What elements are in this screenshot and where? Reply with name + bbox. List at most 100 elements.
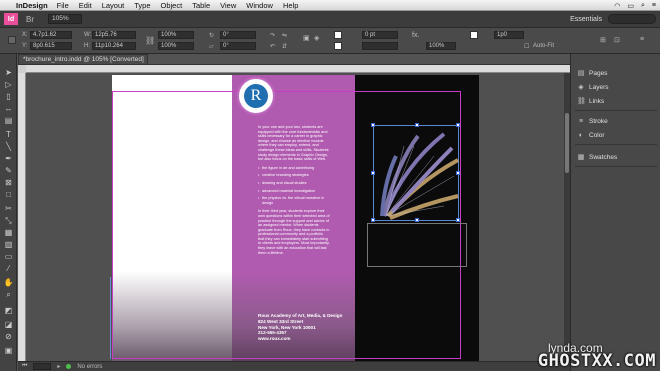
apply-none-icon[interactable]: ⊘ bbox=[3, 332, 14, 342]
auto-fit-checkbox[interactable]: ☐ bbox=[524, 43, 529, 50]
panel-menu-icon[interactable]: ≡ bbox=[640, 36, 644, 43]
scissors-tool-icon[interactable]: ✂ bbox=[3, 204, 14, 214]
resize-handle[interactable] bbox=[415, 218, 419, 222]
address-text-frame[interactable]: Roux Academy of Art, Media, & Design 824… bbox=[258, 313, 358, 342]
line-tool-icon[interactable]: ╲ bbox=[3, 142, 14, 152]
opacity-field[interactable]: 100% bbox=[426, 42, 456, 50]
zoom-tool-icon[interactable]: ⌕ bbox=[3, 290, 14, 300]
rectangle-tool-icon[interactable]: □ bbox=[3, 190, 14, 200]
preflight-status-text[interactable]: No errors bbox=[77, 364, 102, 370]
horizontal-ruler[interactable] bbox=[26, 65, 570, 73]
screen-mode-icon[interactable]: ▣ bbox=[3, 346, 14, 356]
body-text-frame[interactable]: In your one and your two, students are e… bbox=[258, 125, 330, 258]
help-search-input[interactable] bbox=[608, 14, 656, 24]
fitting-icon[interactable]: ⊞ bbox=[600, 36, 606, 44]
menu-view[interactable]: View bbox=[220, 1, 236, 10]
rotate-field[interactable]: 0° bbox=[220, 31, 256, 39]
panel-pages[interactable]: ▤ Pages bbox=[575, 66, 657, 80]
menu-app-name[interactable]: InDesign bbox=[16, 1, 48, 10]
x-field[interactable]: 4.7p1.62 bbox=[30, 31, 72, 39]
stroke-weight-field[interactable]: 0 pt bbox=[362, 31, 398, 39]
pencil-tool-icon[interactable]: ✎ bbox=[3, 166, 14, 176]
menu-edit[interactable]: Edit bbox=[79, 1, 92, 10]
pen-tool-icon[interactable]: ✒ bbox=[3, 154, 14, 164]
panel-color[interactable]: ◐ Color bbox=[575, 128, 657, 142]
workspace-switcher[interactable]: Essentials bbox=[570, 16, 602, 23]
battery-icon[interactable]: ▭ bbox=[627, 2, 634, 10]
document-tab[interactable]: *brochure_intro.indd @ 105% [Converted] bbox=[18, 54, 148, 64]
gradient-feather-tool-icon[interactable]: ▧ bbox=[3, 240, 14, 250]
scrollbar-thumb[interactable] bbox=[565, 113, 569, 173]
panel-stroke[interactable]: ≡ Stroke bbox=[575, 114, 657, 128]
resize-handle[interactable] bbox=[371, 123, 375, 127]
ruler-origin[interactable] bbox=[18, 65, 26, 73]
fitting-icon-2[interactable]: ⊡ bbox=[614, 36, 620, 44]
direct-selection-tool-icon[interactable]: ▷ bbox=[3, 80, 14, 90]
shear-field[interactable]: 0° bbox=[220, 42, 256, 50]
zoom-level-field[interactable]: 105% bbox=[48, 14, 82, 24]
resize-handle[interactable] bbox=[456, 171, 460, 175]
scale-y-field[interactable]: 100% bbox=[158, 42, 194, 50]
fill-stroke-icon[interactable]: ◩ bbox=[3, 306, 14, 316]
empty-text-frame[interactable] bbox=[367, 223, 467, 267]
menu-table[interactable]: Table bbox=[192, 1, 210, 10]
bridge-button[interactable]: Br bbox=[26, 15, 34, 24]
resize-handle[interactable] bbox=[456, 218, 460, 222]
rotate-90-ccw-icon[interactable]: ↶ bbox=[270, 43, 275, 50]
width-field[interactable]: 12p5.76 bbox=[92, 31, 136, 39]
reference-point-icon[interactable] bbox=[8, 36, 16, 44]
menu-layout[interactable]: Layout bbox=[102, 1, 125, 10]
scale-x-field[interactable]: 100% bbox=[158, 31, 194, 39]
y-field[interactable]: 8p0.615 bbox=[30, 42, 72, 50]
wifi-icon[interactable]: ◠ bbox=[614, 2, 620, 10]
resize-handle[interactable] bbox=[415, 123, 419, 127]
panel-layers[interactable]: ◈ Layers bbox=[575, 80, 657, 94]
menu-file[interactable]: File bbox=[57, 1, 69, 10]
type-tool-icon[interactable]: T bbox=[3, 130, 14, 140]
page-tool-icon[interactable]: ▯ bbox=[3, 92, 14, 102]
rectangle-frame-tool-icon[interactable]: ⊠ bbox=[3, 178, 14, 188]
page-nav-first-icon[interactable]: ⏮ bbox=[22, 363, 27, 370]
resize-handle[interactable] bbox=[371, 218, 375, 222]
gradient-swatch-tool-icon[interactable]: ▦ bbox=[3, 228, 14, 238]
flip-vertical-icon[interactable]: ⇵ bbox=[282, 43, 287, 50]
content-collector-icon[interactable]: ▤ bbox=[3, 116, 14, 126]
resize-handle[interactable] bbox=[456, 123, 460, 127]
selected-graphic-frame[interactable] bbox=[371, 123, 460, 222]
menu-help[interactable]: Help bbox=[283, 1, 298, 10]
list-icon[interactable]: ≡ bbox=[652, 2, 656, 9]
menu-window[interactable]: Window bbox=[246, 1, 273, 10]
note-tool-icon[interactable]: ▭ bbox=[3, 252, 14, 262]
page-number-field[interactable] bbox=[33, 363, 52, 370]
formatting-affects-icon[interactable]: ◪ bbox=[3, 320, 14, 330]
fx-label[interactable]: fx. bbox=[412, 32, 419, 39]
panel-label: Links bbox=[589, 97, 605, 105]
panel-links[interactable]: ⛓ Links bbox=[575, 94, 657, 108]
hand-tool-icon[interactable]: ✋ bbox=[3, 278, 14, 288]
rotate-90-cw-icon[interactable]: ↷ bbox=[270, 32, 275, 39]
selection-tool-icon[interactable]: ➤ bbox=[3, 68, 14, 78]
pasteboard[interactable]: R In your one and your two, students are… bbox=[26, 73, 564, 361]
flip-horizontal-icon[interactable]: ⇋ bbox=[282, 32, 287, 39]
constrain-proportions-icon[interactable]: ⛓ bbox=[145, 36, 155, 45]
select-container-icon[interactable]: ▣ bbox=[303, 34, 310, 42]
free-transform-tool-icon[interactable]: ⤡ bbox=[3, 216, 14, 226]
menu-type[interactable]: Type bbox=[134, 1, 150, 10]
height-field[interactable]: 11p10.264 bbox=[92, 42, 136, 50]
stroke-swatch-icon[interactable] bbox=[334, 42, 342, 50]
stroke-icon: ≡ bbox=[578, 117, 584, 125]
stroke-type-dropdown[interactable] bbox=[362, 42, 398, 50]
eyedropper-tool-icon[interactable]: ⁄ bbox=[3, 264, 14, 274]
roux-academy-seal[interactable]: R bbox=[237, 77, 275, 115]
menu-object[interactable]: Object bbox=[161, 1, 183, 10]
vertical-ruler[interactable] bbox=[18, 73, 26, 361]
gap-tool-icon[interactable]: ↔ bbox=[3, 104, 14, 114]
select-content-icon[interactable]: ◈ bbox=[314, 34, 319, 42]
spotlight-icon[interactable]: ⌕ bbox=[641, 2, 645, 10]
resize-handle[interactable] bbox=[371, 171, 375, 175]
panel-swatches[interactable]: ▦ Swatches bbox=[575, 150, 657, 164]
page-nav-next-icon[interactable]: ▸ bbox=[57, 363, 60, 370]
frame-size-field[interactable]: 1p0 bbox=[494, 31, 524, 39]
fill-swatch-icon[interactable] bbox=[334, 31, 342, 39]
drop-shadow-icon[interactable] bbox=[470, 31, 478, 39]
